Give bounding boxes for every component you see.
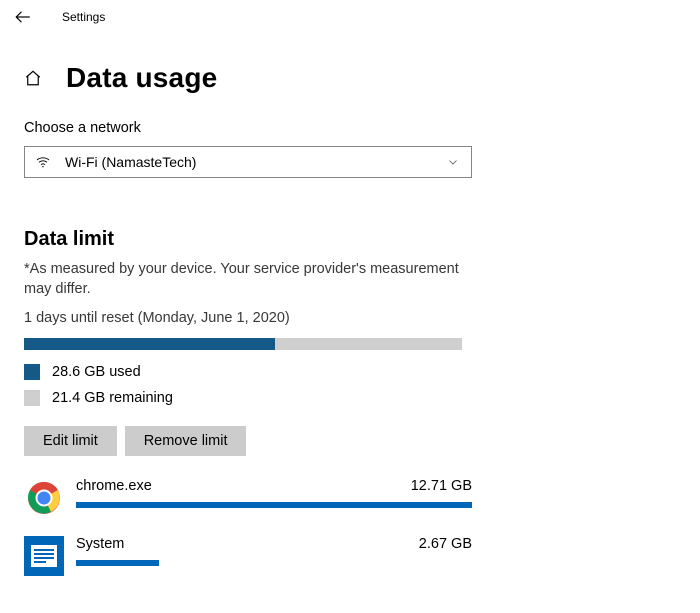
remove-limit-button[interactable]: Remove limit xyxy=(125,426,247,456)
network-selected: Wi-Fi (NamasteTech) xyxy=(65,154,196,170)
app-bar-track xyxy=(76,560,472,566)
network-label: Choose a network xyxy=(24,120,676,136)
app-row: chrome.exe 12.71 GB xyxy=(24,478,472,518)
limit-disclaimer: *As measured by your device. Your servic… xyxy=(24,259,472,300)
legend-used: 28.6 GB used xyxy=(24,364,676,380)
app-usage: 12.71 GB xyxy=(411,478,472,494)
legend-used-text: 28.6 GB used xyxy=(52,364,141,380)
wifi-icon xyxy=(35,154,53,170)
app-name: chrome.exe xyxy=(76,478,152,494)
network-select[interactable]: Wi-Fi (NamasteTech) xyxy=(24,146,472,178)
legend-remaining-swatch xyxy=(24,390,40,406)
page-title: Data usage xyxy=(66,62,217,94)
app-bar-track xyxy=(76,502,472,508)
limit-progress-fill xyxy=(24,338,275,350)
app-usage-list: chrome.exe 12.71 GB xyxy=(24,478,676,576)
edit-limit-button[interactable]: Edit limit xyxy=(24,426,117,456)
system-icon xyxy=(24,536,64,576)
chevron-down-icon xyxy=(447,156,459,168)
page-header: Data usage xyxy=(24,62,676,94)
app-bar-fill xyxy=(76,502,472,508)
app-row: System 2.67 GB xyxy=(24,536,472,576)
app-usage: 2.67 GB xyxy=(419,536,472,552)
limit-progress-track xyxy=(24,338,462,350)
limit-reset-text: 1 days until reset (Monday, June 1, 2020… xyxy=(24,310,676,326)
legend-remaining: 21.4 GB remaining xyxy=(24,390,676,406)
legend-remaining-text: 21.4 GB remaining xyxy=(52,390,173,406)
chrome-icon xyxy=(24,478,64,518)
legend-used-swatch xyxy=(24,364,40,380)
app-name: System xyxy=(76,536,124,552)
home-icon[interactable] xyxy=(24,69,44,87)
app-bar-fill xyxy=(76,560,159,566)
app-title: Settings xyxy=(62,10,105,24)
titlebar: Settings xyxy=(0,0,700,34)
back-icon[interactable] xyxy=(14,8,32,26)
data-limit-heading: Data limit xyxy=(24,228,676,251)
